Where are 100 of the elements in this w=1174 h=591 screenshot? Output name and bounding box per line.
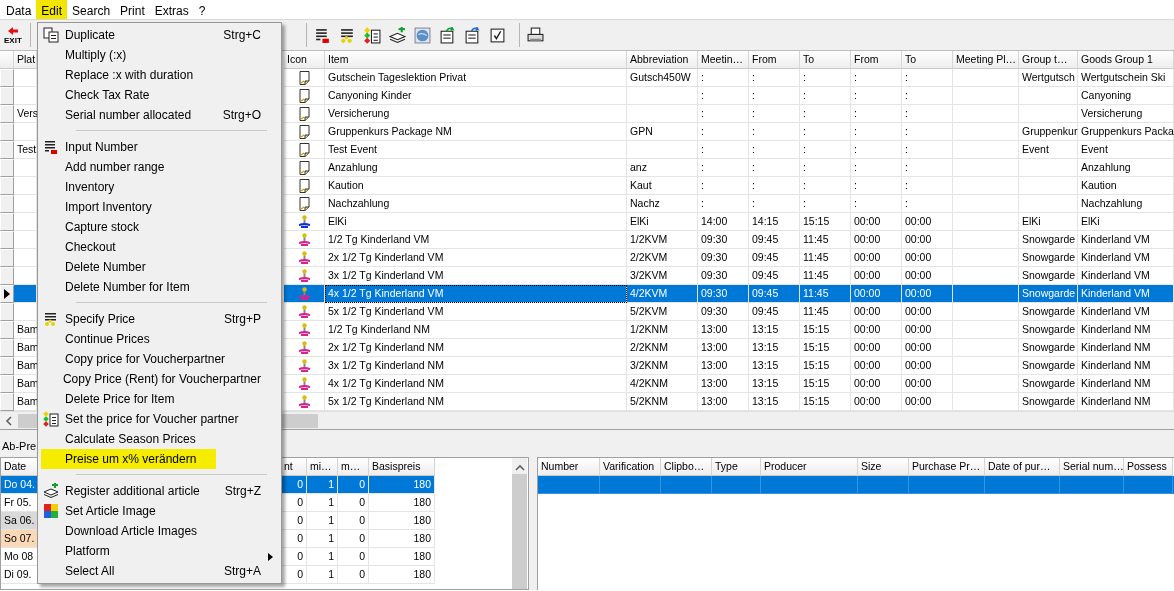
table-cell: 1/2 Tg Kinderland VM xyxy=(325,231,627,249)
table-cell: Nachzahlung xyxy=(1078,195,1174,213)
table-cell: 1 xyxy=(307,548,338,566)
table-cell: Snowgarde xyxy=(1019,339,1078,357)
table-cell: 0 xyxy=(338,530,369,548)
table-cell: : xyxy=(851,177,902,195)
table-cell: 14:15 xyxy=(749,213,800,231)
table-cell: 00:00 xyxy=(851,339,902,357)
table-cell: 09:45 xyxy=(749,303,800,321)
table-cell: Kaution xyxy=(325,177,627,195)
table-cell: : xyxy=(902,87,953,105)
table-cell: Event xyxy=(1019,141,1078,159)
table-cell: : xyxy=(851,105,902,123)
table-cell: : xyxy=(698,69,749,87)
table-cell: : xyxy=(851,87,902,105)
table-cell: : xyxy=(800,105,851,123)
table-cell: Snowgarde xyxy=(1019,375,1078,393)
table-cell: 00:00 xyxy=(902,375,953,393)
table-cell: Wertgutschein Ski xyxy=(1078,69,1174,87)
table-cell: 13:15 xyxy=(749,321,800,339)
table-cell: Kinderland NM xyxy=(1078,321,1174,339)
table-cell: 00:00 xyxy=(851,285,902,303)
table-cell: : xyxy=(800,69,851,87)
table-cell: 4x 1/2 Tg Kinderland NM xyxy=(325,375,627,393)
table-cell: Kinderland VM xyxy=(1078,249,1174,267)
table-cell: 11:45 xyxy=(800,285,851,303)
table-cell: : xyxy=(851,159,902,177)
table-cell: 15:15 xyxy=(800,375,851,393)
table-cell: 1/2KVM xyxy=(627,231,698,249)
table-cell: : xyxy=(800,159,851,177)
table-cell: : xyxy=(749,195,800,213)
table-cell: : xyxy=(902,69,953,87)
table-cell: 00:00 xyxy=(902,339,953,357)
table-cell: Gutschein Tageslektion Privat xyxy=(325,69,627,87)
table-cell: 180 xyxy=(369,476,435,494)
table-cell: 1 xyxy=(307,566,338,584)
table-cell: Nachzahlung xyxy=(325,195,627,213)
table-cell: 0 xyxy=(281,476,307,494)
table-cell: 00:00 xyxy=(902,213,953,231)
table-cell: 180 xyxy=(369,530,435,548)
table-cell: 2/2KVM xyxy=(627,249,698,267)
table-cell: 00:00 xyxy=(851,213,902,231)
table-cell: 13:15 xyxy=(749,339,800,357)
table-cell: 15:15 xyxy=(800,357,851,375)
table-cell: Versicherung xyxy=(325,105,627,123)
table-cell: 1/2KNM xyxy=(627,321,698,339)
table-cell: : xyxy=(749,177,800,195)
table-cell: : xyxy=(698,159,749,177)
table-cell: 180 xyxy=(369,548,435,566)
table-cell: : xyxy=(902,177,953,195)
table-cell: Snowgarde xyxy=(1019,357,1078,375)
table-cell: : xyxy=(800,141,851,159)
table-cell: 13:00 xyxy=(698,321,749,339)
table-cell: anz xyxy=(627,159,698,177)
table-cell: Gruppenkurs Packa xyxy=(1078,123,1174,141)
table-cell: : xyxy=(698,123,749,141)
table-cell: 180 xyxy=(369,494,435,512)
table-cell: : xyxy=(749,123,800,141)
table-cell: 5/2KVM xyxy=(627,303,698,321)
table-cell: 00:00 xyxy=(902,231,953,249)
table-cell: 5x 1/2 Tg Kinderland VM xyxy=(325,303,627,321)
table-cell: 1 xyxy=(307,476,338,494)
section-label: Ab-Pre xyxy=(2,440,37,452)
table-cell: 09:30 xyxy=(698,285,749,303)
table-cell: Nachz xyxy=(627,195,698,213)
table-cell: 0 xyxy=(338,566,369,584)
table-cell: 11:45 xyxy=(800,231,851,249)
table-cell: 00:00 xyxy=(851,231,902,249)
table-cell: Canyoning Kinder xyxy=(325,87,627,105)
table-cell: : xyxy=(698,177,749,195)
table-cell: : xyxy=(749,69,800,87)
table-cell: 13:00 xyxy=(698,357,749,375)
table-cell: Kinderland VM xyxy=(1078,285,1174,303)
table-cell: 15:15 xyxy=(800,339,851,357)
table-cell: : xyxy=(749,159,800,177)
table-cell: Gutsch450W xyxy=(627,69,698,87)
table-cell: Anzahlung xyxy=(1078,159,1174,177)
table-cell: : xyxy=(800,123,851,141)
table-cell: Kaut xyxy=(627,177,698,195)
table-cell: 13:15 xyxy=(749,375,800,393)
table-cell: Wertgutsch xyxy=(1019,69,1078,87)
table-cell: 09:45 xyxy=(749,249,800,267)
table-cell: ElKi xyxy=(627,213,698,231)
table-cell: GPN xyxy=(627,123,698,141)
table-cell: Canyoning xyxy=(1078,87,1174,105)
table-cell: 4/2KNM xyxy=(627,375,698,393)
table-cell: 00:00 xyxy=(851,357,902,375)
table-cell: ElKi xyxy=(325,213,627,231)
table-cell: 1 xyxy=(307,494,338,512)
table-cell: : xyxy=(698,195,749,213)
table-cell: 09:30 xyxy=(698,303,749,321)
table-cell: 0 xyxy=(338,494,369,512)
table-cell: Snowgarde xyxy=(1019,285,1078,303)
table-cell: Gruppenkur xyxy=(1019,123,1078,141)
table-cell: : xyxy=(851,123,902,141)
table-cell: : xyxy=(698,87,749,105)
table-cell: 180 xyxy=(369,512,435,530)
table-cell: Kinderland NM xyxy=(1078,339,1174,357)
table-cell: : xyxy=(800,195,851,213)
table-cell: Kinderland NM xyxy=(1078,357,1174,375)
